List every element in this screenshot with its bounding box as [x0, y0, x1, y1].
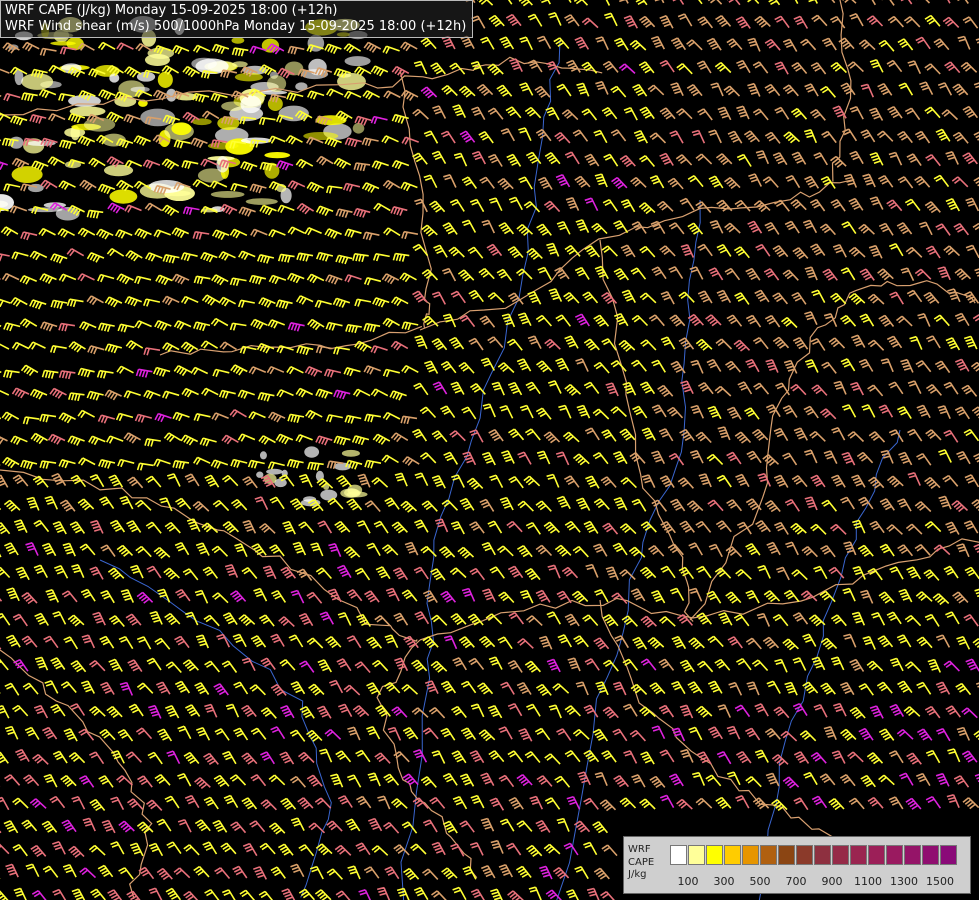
legend-tick-label: 100 — [677, 875, 699, 888]
cape-cell — [144, 53, 170, 66]
legend-swatch — [724, 845, 741, 865]
legend-color-bar — [670, 845, 958, 865]
cape-cell — [109, 73, 120, 83]
cape-cell — [256, 471, 264, 478]
legend-labels: WRF CAPE J/kg — [628, 844, 654, 882]
cape-cell — [210, 191, 245, 198]
legend-tick-label: 900 — [821, 875, 843, 888]
cape-cell — [21, 73, 54, 90]
legend-tick-label: 500 — [749, 875, 771, 888]
wind-shear-title: WRF Wind shear (m/s) 500/1000hPa Monday … — [5, 19, 467, 34]
legend-model: WRF — [628, 844, 651, 855]
map-title-box: WRF CAPE (J/kg) Monday 15-09-2025 18:00 … — [0, 0, 474, 38]
legend-swatch — [814, 845, 831, 865]
legend-swatch — [706, 845, 723, 865]
legend-tick-label: 1300 — [890, 875, 918, 888]
legend-swatch — [850, 845, 867, 865]
cape-legend: WRF CAPE J/kg 100 300 500 700 900 1100 1300 150… — [623, 836, 971, 894]
legend-swatch — [742, 845, 759, 865]
cape-cell — [231, 37, 245, 44]
cape-cell — [266, 468, 283, 475]
cape-cell — [347, 484, 363, 496]
legend-swatch — [904, 845, 921, 865]
legend-swatch — [940, 845, 957, 865]
legend-tick-label: 300 — [713, 875, 735, 888]
legend-tick-label: 1100 — [854, 875, 882, 888]
cape-cell — [191, 57, 217, 70]
cape-cell — [341, 449, 360, 457]
legend-swatch — [922, 845, 939, 865]
cape-wind-shear-map — [0, 0, 979, 900]
legend-field: CAPE — [628, 856, 655, 868]
legend-unit: J/kg — [628, 869, 647, 880]
cape-cell — [344, 56, 371, 67]
legend-tick-label: 1500 — [926, 875, 954, 888]
map-background — [0, 0, 979, 900]
cape-cell — [234, 72, 263, 82]
cape-cell — [352, 122, 365, 134]
legend-tick-label: 700 — [785, 875, 807, 888]
legend-ticks: 100 300 500 700 900 1100 1300 1500 — [670, 875, 970, 889]
cape-cell — [304, 446, 320, 458]
cape-cell — [191, 118, 212, 126]
cape-cell — [240, 95, 262, 114]
cape-cell — [9, 136, 24, 149]
cape-cell — [245, 198, 278, 205]
legend-swatch — [868, 845, 885, 865]
cape-title: WRF CAPE (J/kg) Monday 15-09-2025 18:00 … — [5, 3, 338, 18]
legend-swatch — [760, 845, 777, 865]
cape-cell — [284, 61, 304, 76]
legend-swatch — [688, 845, 705, 865]
cape-cell — [264, 152, 291, 159]
legend-swatch — [832, 845, 849, 865]
legend-swatch — [796, 845, 813, 865]
legend-swatch — [778, 845, 795, 865]
cape-cell — [109, 189, 138, 204]
cape-cell — [157, 71, 173, 88]
cape-cell — [171, 122, 192, 136]
legend-swatch — [886, 845, 903, 865]
cape-cell — [259, 451, 267, 460]
legend-swatch — [670, 845, 687, 865]
